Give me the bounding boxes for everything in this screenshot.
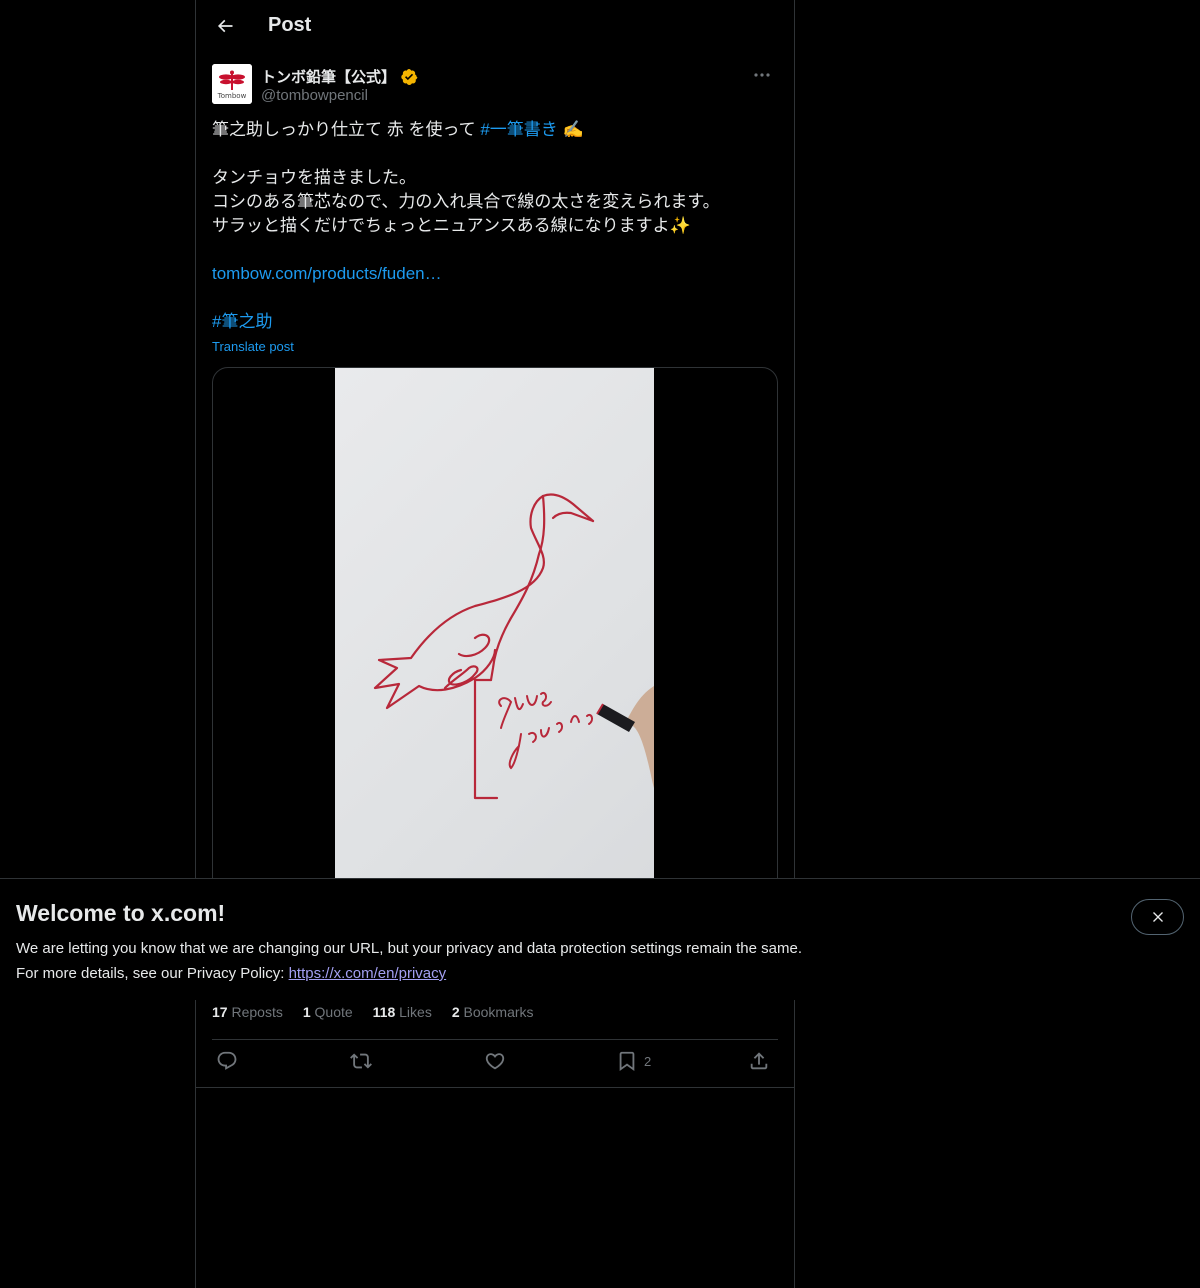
share-icon: [750, 1052, 768, 1070]
avatar-label: Tombow: [217, 92, 247, 100]
repost-icon: [350, 1053, 372, 1069]
banner-line1: We are letting you know that we are chan…: [16, 940, 802, 957]
repost-button[interactable]: [350, 1050, 372, 1072]
post-stats: 17 Reposts 1 Quote 118 Likes 2 Bookmarks: [212, 1004, 534, 1020]
arrow-left-icon: [217, 19, 233, 33]
bookmark-icon: [619, 1051, 635, 1072]
stats-divider: [212, 1039, 778, 1040]
bookmark-button[interactable]: 2: [616, 1050, 651, 1072]
avatar[interactable]: Tombow: [212, 64, 252, 104]
reply-button[interactable]: [216, 1050, 238, 1072]
author-handle[interactable]: @tombowpencil: [261, 87, 368, 104]
back-button[interactable]: [208, 9, 242, 43]
close-icon: [1152, 912, 1163, 922]
more-dots-icon: [754, 73, 770, 77]
tweet-line3: コシのある筆芯なので、力の入れ具合で線の太さを変えられます。: [212, 192, 720, 211]
action-bar: 2: [212, 1050, 778, 1078]
likes-stat[interactable]: 118 Likes: [373, 1004, 432, 1020]
verified-badge-icon: [401, 68, 418, 85]
bookmark-count: 2: [644, 1053, 652, 1069]
post-column: Post Tombow トンボ鉛筆【公式】 @tombowpencil 筆之助し…: [195, 0, 795, 1288]
banner-close-button[interactable]: [1131, 899, 1184, 935]
post-header: Post: [196, 0, 794, 53]
more-options-button[interactable]: [746, 64, 778, 86]
author-name-text: トンボ鉛筆【公式】: [261, 69, 397, 86]
tweet-line1-prefix: 筆之助しっかり仕立て 赤 を使って: [212, 120, 481, 139]
bookmarks-stat[interactable]: 2 Bookmarks: [452, 1004, 534, 1020]
tweet-text: 筆之助しっかり仕立て 赤 を使って #一筆書き ✍️ タンチョウを描きました。 …: [212, 118, 778, 334]
like-button[interactable]: [484, 1050, 506, 1072]
author-name[interactable]: トンボ鉛筆【公式】: [261, 66, 418, 87]
heart-icon: [485, 1053, 505, 1070]
privacy-policy-link[interactable]: https://x.com/en/privacy: [289, 965, 447, 982]
banner-text: We are letting you know that we are chan…: [16, 936, 802, 986]
tweet-line4: サラッと描くだけでちょっとニュアンスある線になりますよ✨: [212, 216, 691, 235]
translate-post-link[interactable]: Translate post: [212, 339, 294, 354]
share-button[interactable]: [748, 1050, 770, 1072]
tweet-line1-emoji: ✍️: [557, 120, 584, 139]
reposts-stat[interactable]: 17 Reposts: [212, 1004, 283, 1020]
product-url-link[interactable]: tombow.com/products/fuden…: [212, 264, 442, 283]
hashtag-link-2[interactable]: #筆之助: [212, 312, 272, 331]
page-title: Post: [268, 14, 312, 36]
author-row: Tombow トンボ鉛筆【公式】 @tombowpencil: [212, 64, 778, 108]
tweet-line2: タンチョウを描きました。: [212, 168, 416, 187]
quotes-stat[interactable]: 1 Quote: [303, 1004, 353, 1020]
hashtag-link-1[interactable]: #一筆書き: [480, 120, 557, 139]
welcome-banner: Welcome to x.com! We are letting you kno…: [0, 878, 1200, 1000]
post-bottom-divider: [196, 1087, 794, 1088]
banner-line2: For more details, see our Privacy Policy…: [16, 961, 802, 986]
banner-line2-prefix: For more details, see our Privacy Policy…: [16, 965, 289, 982]
reply-icon: [217, 1051, 237, 1070]
banner-title: Welcome to x.com!: [16, 900, 226, 926]
